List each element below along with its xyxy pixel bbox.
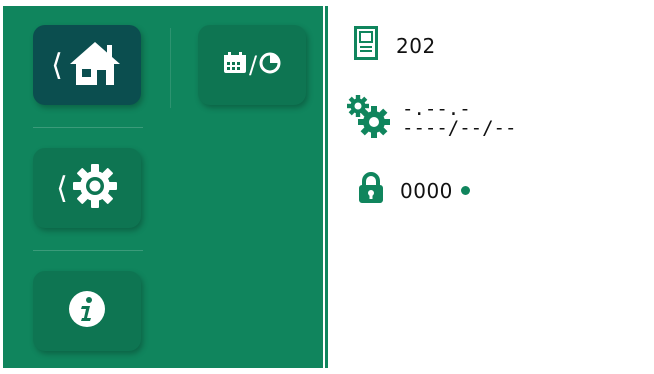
navigation-panel: ⟨ / ⟨	[3, 6, 323, 368]
home-button[interactable]: ⟨	[33, 25, 141, 105]
back-chevron-icon: ⟨	[56, 170, 68, 206]
info-icon	[67, 289, 107, 333]
separator	[33, 127, 143, 128]
datetime-row: -.--.- ----/--/--	[346, 94, 516, 143]
info-button[interactable]	[33, 271, 141, 351]
status-panel: 202 -.--.- ----/--/-- 0000	[332, 6, 650, 368]
date-value: ----/--/--	[402, 116, 517, 139]
schedule-button[interactable]: /	[198, 25, 306, 105]
home-icon	[67, 39, 123, 91]
schedule-separator: /	[248, 51, 258, 79]
datetime-values: -.--.- ----/--/--	[402, 97, 517, 139]
device-number: 202	[396, 33, 436, 58]
separator	[170, 28, 171, 108]
panel-divider	[325, 6, 328, 368]
settings-button[interactable]: ⟨	[33, 148, 141, 228]
lock-row: 0000	[358, 172, 470, 209]
device-icon	[354, 26, 378, 65]
device-row: 202	[354, 26, 436, 65]
lock-status-indicator	[460, 186, 470, 195]
gears-icon	[346, 94, 390, 143]
clock-icon	[259, 52, 281, 78]
calendar-icon	[223, 52, 247, 78]
separator	[33, 250, 143, 251]
time-value: -.--.-	[402, 97, 471, 120]
lock-code: 0000	[400, 178, 453, 203]
gear-icon	[72, 163, 118, 213]
lock-icon	[358, 172, 384, 209]
back-chevron-icon: ⟨	[51, 47, 63, 83]
